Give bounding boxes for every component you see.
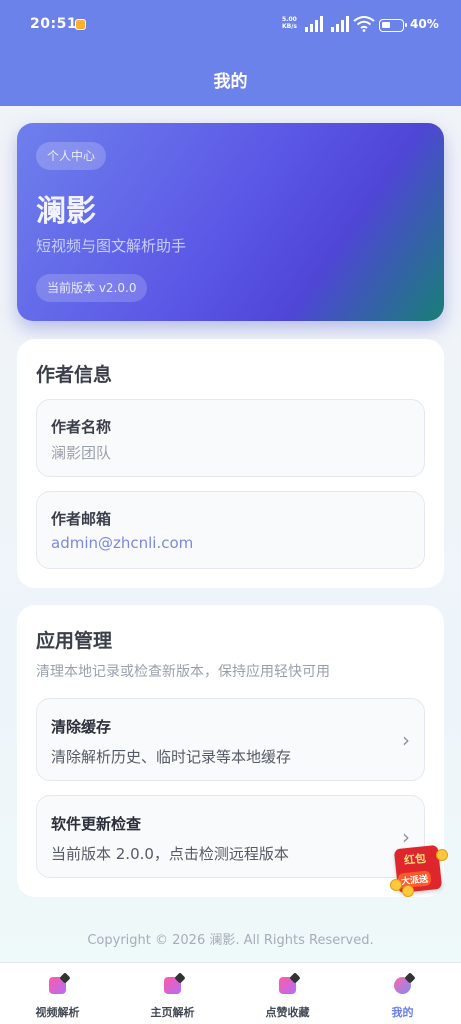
battery-level: 40% — [410, 17, 439, 31]
clear-cache-description: 清除解析历史、临时记录等本地缓存 — [51, 748, 292, 766]
hero-tag: 个人中心 — [36, 142, 107, 170]
check-update-button[interactable]: 软件更新检查 当前版本 2.0.0，点击检测远程版本 › — [36, 795, 425, 878]
app-management-card: 应用管理 清理本地记录或检查新版本，保持应用轻快可用 清除缓存 清除解析历史、临… — [17, 605, 444, 897]
tab-homepage-parse[interactable]: 主页解析 — [115, 963, 230, 1024]
profile-hero-card: 个人中心 澜影 短视频与图文解析助手 当前版本 v2.0.0 — [17, 123, 444, 321]
clear-cache-button[interactable]: 清除缓存 清除解析历史、临时记录等本地缓存 › — [36, 698, 425, 781]
tab-video-parse[interactable]: 视频解析 — [0, 963, 115, 1024]
author-info-card: 作者信息 作者名称 澜影团队 作者邮箱 admin@zhcnli.com — [17, 339, 444, 588]
profile-icon — [394, 977, 411, 994]
likes-favorites-icon — [279, 977, 296, 994]
homepage-parse-icon — [164, 977, 181, 994]
network-speed: 5.00 KB/s — [282, 16, 297, 30]
tab-label: 主页解析 — [150, 1006, 195, 1019]
tab-likes-favorites[interactable]: 点赞收藏 — [230, 963, 345, 1024]
header: 20:51 5.00 KB/s 40% 我的 — [0, 0, 461, 106]
cellular-signal-icon-2 — [331, 16, 349, 32]
check-update-label: 软件更新检查 — [51, 815, 142, 833]
tab-label: 视频解析 — [35, 1006, 80, 1019]
video-parse-icon — [49, 977, 66, 994]
tab-label: 点赞收藏 — [265, 1006, 310, 1019]
status-bar: 20:51 5.00 KB/s 40% — [0, 12, 461, 40]
check-update-description: 当前版本 2.0.0，点击检测远程版本 — [51, 845, 289, 863]
manage-card-title: 应用管理 — [36, 630, 113, 652]
wifi-icon — [353, 16, 375, 32]
version-badge: 当前版本 v2.0.0 — [36, 274, 148, 302]
clear-cache-label: 清除缓存 — [51, 718, 112, 736]
manage-card-description: 清理本地记录或检查新版本，保持应用轻快可用 — [36, 664, 330, 680]
battery-icon — [379, 19, 407, 32]
coin-icon — [436, 849, 448, 861]
notification-app-icon — [75, 19, 86, 30]
red-packet-text: 红包 — [403, 851, 427, 868]
status-time: 20:51 — [30, 16, 78, 32]
tab-mine[interactable]: 我的 — [345, 963, 460, 1024]
tab-label: 我的 — [391, 1006, 414, 1019]
author-email-row[interactable]: 作者邮箱 admin@zhcnli.com — [36, 491, 425, 569]
network-speed-unit: KB/s — [282, 23, 297, 30]
chevron-right-icon: › — [402, 728, 410, 752]
app-name: 澜影 — [36, 194, 96, 229]
bottom-tab-bar: 视频解析 主页解析 点赞收藏 我的 — [0, 962, 461, 1024]
author-name-value: 澜影团队 — [51, 444, 112, 462]
coin-icon — [402, 885, 414, 897]
copyright-text: Copyright © 2026 澜影. All Rights Reserved… — [87, 933, 374, 948]
app-subtitle: 短视频与图文解析助手 — [36, 237, 187, 255]
red-packet-float-button[interactable]: 红包 大派送 — [390, 844, 448, 897]
author-card-title: 作者信息 — [36, 364, 113, 386]
author-name-row: 作者名称 澜影团队 — [36, 399, 425, 477]
author-email-label: 作者邮箱 — [51, 510, 112, 528]
author-name-label: 作者名称 — [51, 418, 112, 436]
coin-icon — [390, 879, 402, 891]
author-email-value[interactable]: admin@zhcnli.com — [51, 534, 193, 552]
cellular-signal-icon — [305, 16, 323, 32]
network-speed-value: 5.00 — [282, 16, 297, 23]
page-title: 我的 — [213, 72, 248, 92]
